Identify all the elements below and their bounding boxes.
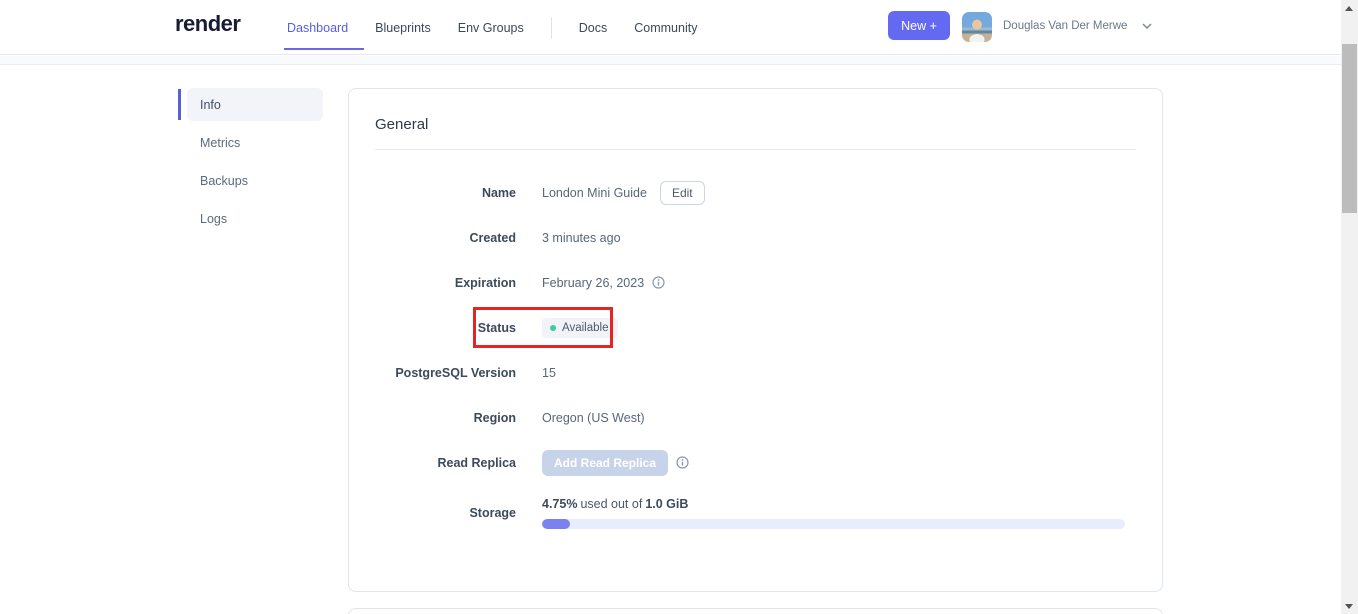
nav-divider bbox=[550, 16, 552, 39]
storage-middle-text: used out of bbox=[580, 497, 643, 511]
storage-progress-fill bbox=[542, 519, 570, 529]
nav-item-env-groups[interactable]: Env Groups bbox=[458, 0, 524, 55]
read-replica-row: Read Replica Add Read Replica bbox=[375, 440, 1136, 485]
sidebar-item-metrics[interactable]: Metrics bbox=[187, 126, 323, 159]
sidebar: Info Metrics Backups Logs bbox=[178, 88, 323, 240]
card-title: General bbox=[375, 116, 429, 133]
add-read-replica-button[interactable]: Add Read Replica bbox=[542, 449, 669, 476]
user-name[interactable]: Douglas Van Der Merwe bbox=[1003, 20, 1127, 32]
sidebar-item-logs[interactable]: Logs bbox=[187, 202, 323, 235]
expiration-label: Expiration bbox=[454, 275, 516, 290]
info-icon[interactable] bbox=[676, 456, 689, 469]
new-button[interactable]: New + bbox=[888, 11, 950, 40]
header-subband bbox=[0, 56, 1341, 65]
scrollbar-up-arrow-icon[interactable] bbox=[1345, 6, 1353, 11]
next-card-top-edge bbox=[348, 608, 1163, 614]
status-badge: Available bbox=[542, 317, 619, 338]
general-rows: Name London Mini Guide Edit Created 3 mi… bbox=[375, 170, 1136, 541]
status-dot-icon bbox=[550, 324, 556, 331]
status-label: Status bbox=[477, 320, 516, 335]
status-badge-text: Available bbox=[562, 321, 609, 334]
name-row: Name London Mini Guide Edit bbox=[375, 170, 1136, 215]
sidebar-item-info[interactable]: Info bbox=[178, 88, 323, 121]
general-card: General Name London Mini Guide Edit Crea… bbox=[348, 88, 1163, 592]
nav-item-dashboard[interactable]: Dashboard bbox=[283, 0, 365, 55]
expiration-row: Expiration February 26, 2023 bbox=[375, 260, 1136, 305]
info-icon[interactable] bbox=[652, 276, 665, 289]
vertical-scrollbar[interactable] bbox=[1341, 0, 1358, 614]
name-label: Name bbox=[481, 185, 516, 200]
card-divider bbox=[375, 149, 1136, 150]
storage-usage-text: 4.75% used out of 1.0 GiB bbox=[542, 497, 1125, 511]
nav-item-docs[interactable]: Docs bbox=[579, 0, 607, 55]
created-value: 3 minutes ago bbox=[542, 230, 621, 245]
expiration-value: February 26, 2023 bbox=[542, 275, 645, 290]
region-row: Region Oregon (US West) bbox=[375, 395, 1136, 440]
postgres-version-value: 15 bbox=[542, 365, 556, 380]
read-replica-label: Read Replica bbox=[437, 455, 516, 470]
postgres-version-row: PostgreSQL Version 15 bbox=[375, 350, 1136, 395]
storage-row: Storage 4.75% used out of 1.0 GiB bbox=[375, 485, 1136, 541]
sidebar-item-backups[interactable]: Backups bbox=[187, 164, 323, 197]
region-label: Region bbox=[473, 410, 516, 425]
user-avatar[interactable] bbox=[962, 12, 992, 42]
created-label: Created bbox=[469, 230, 516, 245]
name-value: London Mini Guide bbox=[542, 185, 647, 200]
storage-progress-bar bbox=[542, 519, 1125, 529]
scrollbar-thumb[interactable] bbox=[1342, 44, 1357, 213]
storage-label: Storage bbox=[469, 506, 516, 520]
top-navbar: render Dashboard Blueprints Env Groups D… bbox=[0, 0, 1341, 55]
main-nav: Dashboard Blueprints Env Groups Docs Com… bbox=[283, 0, 697, 55]
render-logo[interactable]: render bbox=[175, 11, 241, 37]
storage-used-percent: 4.75% bbox=[542, 497, 578, 511]
status-row: Status Available bbox=[375, 305, 1136, 350]
nav-item-community[interactable]: Community bbox=[634, 0, 697, 55]
storage-total: 1.0 GiB bbox=[645, 497, 689, 511]
region-value: Oregon (US West) bbox=[542, 410, 645, 425]
created-row: Created 3 minutes ago bbox=[375, 215, 1136, 260]
postgres-version-label: PostgreSQL Version bbox=[395, 365, 516, 380]
chevron-down-icon[interactable] bbox=[1141, 19, 1153, 37]
nav-item-blueprints[interactable]: Blueprints bbox=[375, 0, 431, 55]
scrollbar-down-arrow-icon[interactable] bbox=[1345, 604, 1353, 609]
edit-button[interactable]: Edit bbox=[659, 180, 705, 205]
